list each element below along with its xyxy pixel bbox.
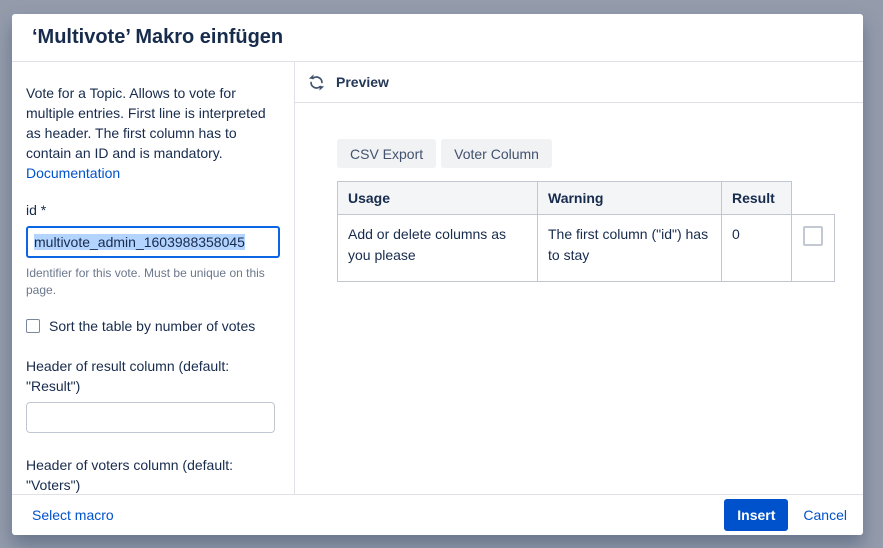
cancel-button[interactable]: Cancel: [803, 507, 847, 523]
cell-usage: Add or delete columns as you please: [338, 215, 538, 282]
macro-description: Vote for a Topic. Allows to vote for mul…: [26, 83, 282, 183]
id-field-label: id *: [26, 200, 280, 220]
column-header-vote-spacer: [792, 182, 835, 215]
sort-votes-checkbox-label: Sort the table by number of votes: [49, 318, 255, 334]
id-input-selected-text: multivote_admin_1603988358045: [34, 234, 245, 250]
macro-settings-panel: Vote for a Topic. Allows to vote for mul…: [12, 62, 295, 494]
voter-column-button[interactable]: Voter Column: [441, 139, 552, 168]
refresh-icon[interactable]: [308, 74, 325, 91]
id-help-text: Identifier for this vote. Must be unique…: [26, 265, 278, 299]
sort-votes-checkbox[interactable]: [26, 319, 40, 333]
column-header-warning: Warning: [538, 182, 722, 215]
column-header-usage: Usage: [338, 182, 538, 215]
sort-votes-checkbox-row[interactable]: Sort the table by number of votes: [26, 318, 280, 334]
preview-panel: Preview CSV Export Voter Column Usage Wa…: [295, 62, 863, 494]
preview-table: Usage Warning Result Add or delete colum…: [337, 181, 835, 282]
vote-checkbox[interactable]: [803, 226, 823, 246]
dialog-footer: Select macro Insert Cancel: [12, 494, 863, 535]
preview-content: CSV Export Voter Column Usage Warning Re…: [295, 103, 863, 282]
column-header-result: Result: [722, 182, 792, 215]
id-input[interactable]: multivote_admin_1603988358045: [26, 226, 280, 258]
csv-export-button[interactable]: CSV Export: [337, 139, 436, 168]
result-header-input[interactable]: [26, 402, 275, 433]
insert-macro-dialog: ‘Multivote’ Makro einfügen Vote for a To…: [12, 14, 863, 535]
macro-description-text: Vote for a Topic. Allows to vote for mul…: [26, 85, 266, 161]
result-header-label: Header of result column (default: "Resul…: [26, 356, 280, 396]
insert-button[interactable]: Insert: [724, 499, 788, 531]
preview-header: Preview: [295, 62, 863, 103]
dialog-body: Vote for a Topic. Allows to vote for mul…: [12, 62, 863, 494]
cell-result: 0: [722, 215, 792, 282]
voters-header-label: Header of voters column (default: "Voter…: [26, 455, 280, 494]
preview-button-row: CSV Export Voter Column: [337, 139, 863, 168]
table-row: Add or delete columns as you please The …: [338, 215, 835, 282]
cell-warning: The first column ("id") has to stay: [538, 215, 722, 282]
table-header-row: Usage Warning Result: [338, 182, 835, 215]
cell-vote: [792, 215, 835, 282]
page-title: ‘Multivote’ Makro einfügen: [32, 26, 283, 49]
select-macro-link[interactable]: Select macro: [32, 507, 114, 523]
preview-title: Preview: [336, 74, 389, 90]
documentation-link[interactable]: Documentation: [26, 165, 120, 181]
dialog-header: ‘Multivote’ Makro einfügen: [12, 14, 863, 62]
